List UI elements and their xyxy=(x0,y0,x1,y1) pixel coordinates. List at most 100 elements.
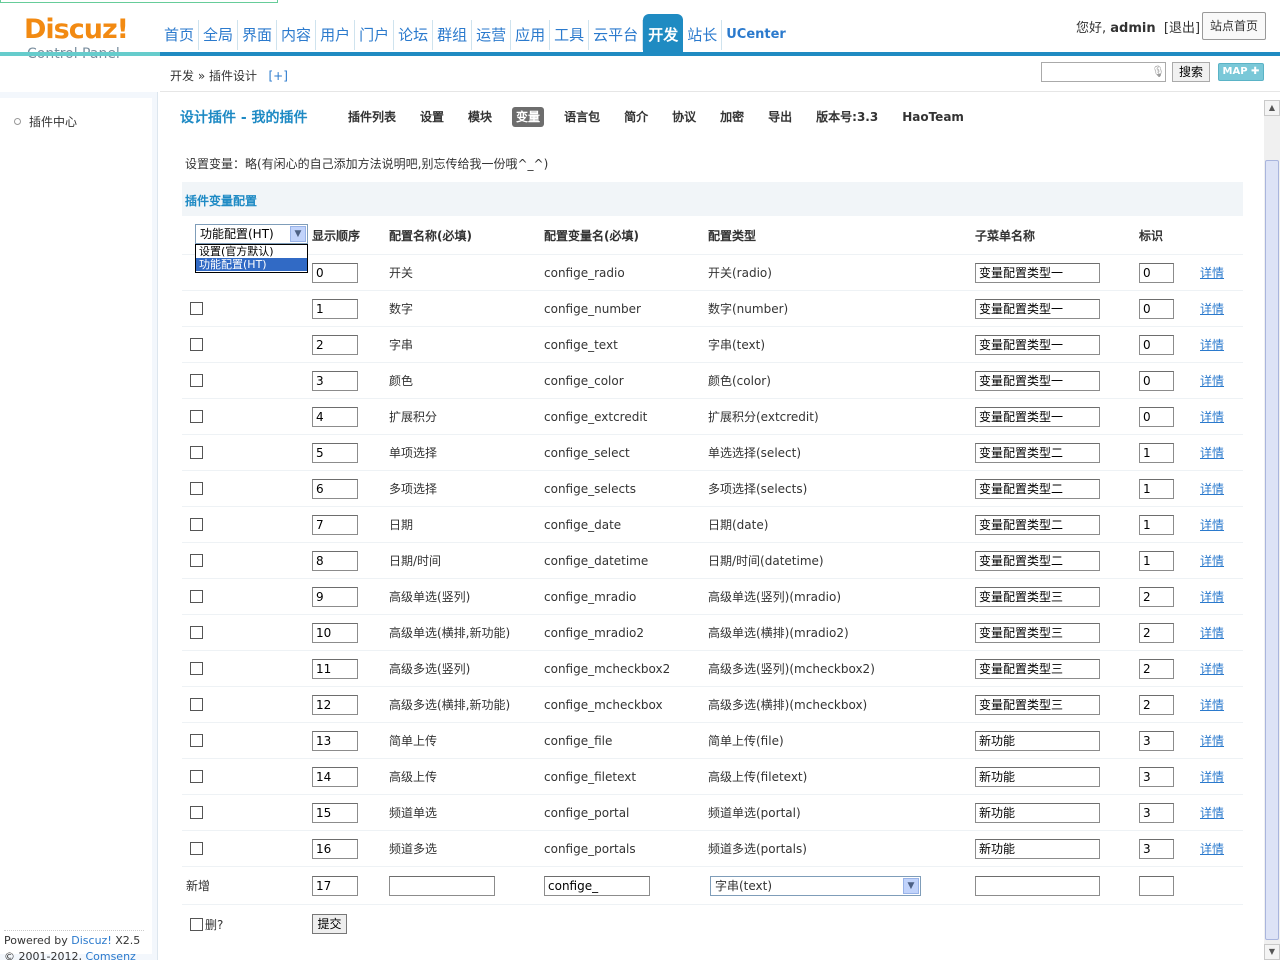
detail-link[interactable]: 详情 xyxy=(1200,300,1224,317)
dropdown-option-default[interactable]: 设置(官方默认) xyxy=(196,245,307,258)
detail-link[interactable]: 详情 xyxy=(1200,516,1224,533)
order-input[interactable]: 8 xyxy=(312,550,358,571)
flag-input[interactable]: 0 xyxy=(1139,370,1174,391)
flag-input[interactable]: 2 xyxy=(1139,586,1174,607)
sidebar-item-plugin-center[interactable]: 插件中心 xyxy=(14,113,77,130)
order-input[interactable]: 7 xyxy=(312,514,358,535)
submenu-input[interactable]: 新功能 xyxy=(975,802,1100,823)
detail-link[interactable]: 详情 xyxy=(1200,480,1224,497)
new-var-input[interactable]: confige_ xyxy=(544,875,650,896)
row-checkbox[interactable] xyxy=(190,662,203,675)
search-input[interactable]: 🎙 xyxy=(1041,62,1166,82)
order-input[interactable]: 6 xyxy=(312,478,358,499)
submenu-input[interactable]: 新功能 xyxy=(975,838,1100,859)
map-button[interactable]: MAP ✚ xyxy=(1218,63,1264,81)
submenu-input[interactable]: 变量配置类型二 xyxy=(975,442,1100,463)
order-input[interactable]: 5 xyxy=(312,442,358,463)
order-input[interactable]: 0 xyxy=(312,262,358,283)
order-input[interactable]: 3 xyxy=(312,370,358,391)
nav-item-14[interactable]: UCenter xyxy=(722,20,790,50)
order-input[interactable]: 9 xyxy=(312,586,358,607)
row-checkbox[interactable] xyxy=(190,698,203,711)
logout-link[interactable]: [退出] xyxy=(1164,21,1200,36)
row-checkbox[interactable] xyxy=(190,554,203,567)
scroll-up-arrow-icon[interactable]: ▲ xyxy=(1264,100,1280,116)
detail-link[interactable]: 详情 xyxy=(1200,444,1224,461)
flag-input[interactable]: 0 xyxy=(1139,298,1174,319)
detail-link[interactable]: 详情 xyxy=(1200,840,1224,857)
submenu-input[interactable]: 变量配置类型二 xyxy=(975,478,1100,499)
chevron-down-icon[interactable]: ▼ xyxy=(290,226,306,242)
detail-link[interactable]: 详情 xyxy=(1200,372,1224,389)
nav-item-8[interactable]: 运营 xyxy=(472,20,512,50)
detail-link[interactable]: 详情 xyxy=(1200,732,1224,749)
order-input[interactable]: 11 xyxy=(312,658,358,679)
nav-item-9[interactable]: 应用 xyxy=(511,20,551,50)
plugin-tab-3[interactable]: 变量 xyxy=(512,107,545,127)
submenu-input[interactable]: 变量配置类型三 xyxy=(975,622,1100,643)
submenu-input[interactable]: 变量配置类型一 xyxy=(975,298,1100,319)
detail-link[interactable]: 详情 xyxy=(1200,660,1224,677)
add-shortcut-link[interactable]: [+] xyxy=(268,69,287,83)
submenu-input[interactable]: 新功能 xyxy=(975,766,1100,787)
scroll-thumb[interactable] xyxy=(1265,160,1279,940)
row-checkbox[interactable] xyxy=(190,806,203,819)
submenu-input[interactable]: 变量配置类型三 xyxy=(975,586,1100,607)
discuz-link[interactable]: Discuz! xyxy=(71,934,111,947)
nav-item-6[interactable]: 论坛 xyxy=(394,20,434,50)
nav-item-10[interactable]: 工具 xyxy=(550,20,590,50)
order-input[interactable]: 16 xyxy=(312,838,358,859)
submenu-input[interactable]: 变量配置类型一 xyxy=(975,334,1100,355)
nav-item-0[interactable]: 首页 xyxy=(160,20,200,50)
flag-input[interactable]: 3 xyxy=(1139,838,1174,859)
order-input[interactable]: 12 xyxy=(312,694,358,715)
detail-link[interactable]: 详情 xyxy=(1200,264,1224,281)
microphone-icon[interactable]: 🎙 xyxy=(1151,66,1165,78)
row-checkbox[interactable] xyxy=(190,518,203,531)
flag-input[interactable]: 2 xyxy=(1139,694,1174,715)
plugin-tab-0[interactable]: 插件列表 xyxy=(344,107,400,127)
nav-item-4[interactable]: 用户 xyxy=(316,20,356,50)
detail-link[interactable]: 详情 xyxy=(1200,768,1224,785)
order-input[interactable]: 14 xyxy=(312,766,358,787)
nav-item-13[interactable]: 站长 xyxy=(683,20,723,50)
new-type-select[interactable]: 字串(text) ▼ xyxy=(710,876,921,896)
submenu-input[interactable]: 变量配置类型一 xyxy=(975,262,1100,283)
row-checkbox[interactable] xyxy=(190,626,203,639)
detail-link[interactable]: 详情 xyxy=(1200,624,1224,641)
nav-item-3[interactable]: 内容 xyxy=(277,20,317,50)
flag-input[interactable]: 2 xyxy=(1139,622,1174,643)
nav-item-2[interactable]: 界面 xyxy=(238,20,278,50)
plugin-tab-7[interactable]: 加密 xyxy=(716,107,748,127)
submit-button[interactable]: 提交 xyxy=(312,914,347,934)
flag-input[interactable]: 0 xyxy=(1139,406,1174,427)
order-input[interactable]: 13 xyxy=(312,730,358,751)
nav-item-5[interactable]: 门户 xyxy=(355,20,395,50)
row-checkbox[interactable] xyxy=(190,770,203,783)
order-input[interactable]: 4 xyxy=(312,406,358,427)
plugin-tab-5[interactable]: 简介 xyxy=(620,107,652,127)
site-home-button[interactable]: 站点首页 xyxy=(1202,12,1266,40)
plugin-tab-6[interactable]: 协议 xyxy=(668,107,700,127)
order-input[interactable]: 10 xyxy=(312,622,358,643)
row-checkbox[interactable] xyxy=(190,482,203,495)
flag-input[interactable]: 0 xyxy=(1139,262,1174,283)
nav-item-12[interactable]: 开发 xyxy=(643,14,684,56)
config-group-select[interactable]: 功能配置(HT) ▼ xyxy=(195,224,308,244)
row-checkbox[interactable] xyxy=(190,302,203,315)
flag-input[interactable]: 1 xyxy=(1139,550,1174,571)
new-flag-input[interactable] xyxy=(1139,875,1174,896)
order-input[interactable]: 15 xyxy=(312,802,358,823)
flag-input[interactable]: 1 xyxy=(1139,478,1174,499)
nav-item-7[interactable]: 群组 xyxy=(433,20,473,50)
breadcrumb-develop[interactable]: 开发 xyxy=(170,69,194,83)
new-order-input[interactable]: 17 xyxy=(312,875,358,896)
new-submenu-input[interactable] xyxy=(975,875,1100,896)
vertical-scrollbar[interactable]: ▲ ▼ xyxy=(1264,100,1280,960)
submenu-input[interactable]: 变量配置类型二 xyxy=(975,514,1100,535)
flag-input[interactable]: 1 xyxy=(1139,514,1174,535)
row-checkbox[interactable] xyxy=(190,446,203,459)
detail-link[interactable]: 详情 xyxy=(1200,408,1224,425)
flag-input[interactable]: 1 xyxy=(1139,442,1174,463)
submenu-input[interactable]: 变量配置类型一 xyxy=(975,406,1100,427)
